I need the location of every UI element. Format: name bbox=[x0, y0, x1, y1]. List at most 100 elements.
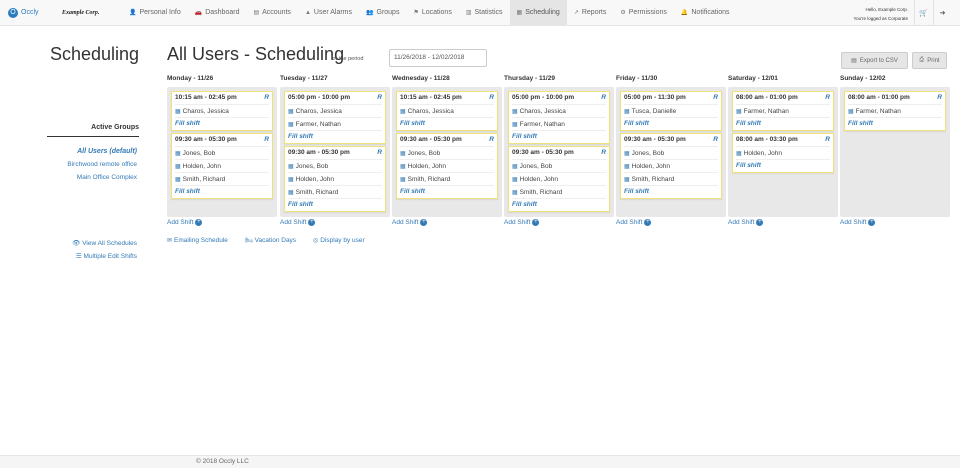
view-all-schedules-link[interactable]: 👁 View All Schedules bbox=[47, 239, 137, 247]
fill-shift-link[interactable]: Fill shift bbox=[736, 159, 830, 171]
employee-row[interactable]: ▦ Holden, John bbox=[512, 172, 606, 185]
group-birchwood[interactable]: Birchwood remote office bbox=[47, 161, 137, 168]
shift-card[interactable]: 08:00 am - 01:00 pm R ▦ Farmer, Nathan Fill … bbox=[844, 91, 946, 131]
add-shift-link[interactable]: Add Shift + bbox=[840, 219, 950, 226]
shift-card[interactable]: 09:30 am - 05:30 pm R ▦ Jones, Bob ▦ Holden, … bbox=[171, 133, 273, 199]
shift-card[interactable]: 09:30 am - 05:30 pm R ▦ Jones, Bob ▦ Holden, … bbox=[620, 133, 722, 199]
employee-row[interactable]: ▦ Jones, Bob bbox=[624, 146, 718, 159]
group-all-users[interactable]: All Users (default) bbox=[47, 148, 137, 155]
employee-row[interactable]: ▦ Jones, Bob bbox=[175, 146, 269, 159]
shift-card[interactable]: 05:00 pm - 11:30 pm R ▦ Tusca, Danielle Fill… bbox=[620, 91, 722, 131]
recurring-flag[interactable]: R bbox=[264, 136, 269, 146]
fill-shift-link[interactable]: Fill shift bbox=[624, 117, 718, 129]
employee-row[interactable]: ▦ Jones, Bob bbox=[512, 159, 606, 172]
vacation-days-link[interactable]: 🛏 Vacation Days bbox=[245, 237, 296, 244]
recurring-flag[interactable]: R bbox=[489, 136, 494, 146]
fill-shift-link[interactable]: Fill shift bbox=[736, 117, 830, 129]
recurring-flag[interactable]: R bbox=[377, 94, 382, 104]
add-shift-link[interactable]: Add Shift + bbox=[504, 219, 614, 226]
add-shift-link[interactable]: Add Shift + bbox=[167, 219, 277, 226]
nav-item-notifications[interactable]: 🔔 Notifications bbox=[674, 0, 737, 26]
nav-item-dashboard[interactable]: 🚗 Dashboard bbox=[188, 0, 247, 26]
shift-card[interactable]: 10:15 am - 02:45 pm R ▦ Charos, Jessica Fill… bbox=[171, 91, 273, 131]
logout-icon[interactable]: ➜ bbox=[933, 0, 951, 26]
fill-shift-link[interactable]: Fill shift bbox=[624, 185, 718, 197]
nav-item-scheduling[interactable]: ▦ Scheduling bbox=[509, 0, 567, 26]
nav-item-groups[interactable]: 👥 Groups bbox=[359, 0, 406, 26]
employee-row[interactable]: ▦ Charos, Jessica bbox=[400, 104, 494, 117]
employee-row[interactable]: ▦ Holden, John bbox=[624, 159, 718, 172]
fill-shift-link[interactable]: Fill shift bbox=[288, 130, 382, 142]
recurring-flag[interactable]: R bbox=[825, 94, 830, 104]
brand[interactable]: O Occly bbox=[8, 7, 48, 18]
employee-row[interactable]: ▦ Jones, Bob bbox=[400, 146, 494, 159]
print-button[interactable]: ⎙ Print bbox=[912, 52, 947, 69]
fill-shift-link[interactable]: Fill shift bbox=[400, 117, 494, 129]
nav-item-personal-info[interactable]: 👤 Personal Info bbox=[122, 0, 188, 26]
period-date-range-input[interactable]: 11/26/2018 - 12/02/2018 bbox=[389, 49, 487, 67]
fill-shift-link[interactable]: Fill shift bbox=[175, 185, 269, 197]
cart-icon[interactable]: 🛒 bbox=[914, 0, 932, 26]
fill-shift-link[interactable]: Fill shift bbox=[848, 117, 942, 129]
nav-item-accounts[interactable]: ▤ Accounts bbox=[246, 0, 297, 26]
day-shift-container: 10:15 am - 02:45 pm R ▦ Charos, Jessica Fill… bbox=[167, 87, 277, 217]
recurring-flag[interactable]: R bbox=[713, 94, 718, 104]
export-csv-button[interactable]: ▤ Export to CSV bbox=[841, 52, 908, 69]
shift-card[interactable]: 08:00 am - 03:30 pm R ▦ Holden, John Fill sh… bbox=[732, 133, 834, 173]
fill-shift-link[interactable]: Fill shift bbox=[400, 185, 494, 197]
employee-row[interactable]: ▦ Holden, John bbox=[175, 159, 269, 172]
employee-row[interactable]: ▦ Holden, John bbox=[736, 146, 830, 159]
employee-row[interactable]: ▦ Charos, Jessica bbox=[512, 104, 606, 117]
recurring-flag[interactable]: R bbox=[264, 94, 269, 104]
nav-item-locations[interactable]: ⚑ Locations bbox=[406, 0, 458, 26]
employee-row[interactable]: ▦ Holden, John bbox=[288, 172, 382, 185]
add-shift-label: Add Shift bbox=[840, 219, 867, 226]
add-shift-link[interactable]: Add Shift + bbox=[616, 219, 726, 226]
employee-row[interactable]: ▦ Smith, Richard bbox=[288, 185, 382, 198]
employee-row[interactable]: ▦ Holden, John bbox=[400, 159, 494, 172]
recurring-flag[interactable]: R bbox=[713, 136, 718, 146]
recurring-flag[interactable]: R bbox=[825, 136, 830, 146]
calendar-icon: ▦ bbox=[175, 163, 181, 170]
emailing-schedule-link[interactable]: ✉ Emailing Schedule bbox=[167, 237, 228, 244]
add-shift-link[interactable]: Add Shift + bbox=[728, 219, 838, 226]
employee-row[interactable]: ▦ Tusca, Danielle bbox=[624, 104, 718, 117]
nav-item-statistics[interactable]: ▥ Statistics bbox=[459, 0, 510, 26]
recurring-flag[interactable]: R bbox=[601, 94, 606, 104]
nav-item-user-alarms[interactable]: ▲ User Alarms bbox=[298, 0, 359, 26]
shift-card[interactable]: 09:30 am - 05:30 pm R ▦ Jones, Bob ▦ Holden, … bbox=[284, 146, 386, 212]
fill-shift-link[interactable]: Fill shift bbox=[175, 117, 269, 129]
employee-row[interactable]: ▦ Farmer, Nathan bbox=[848, 104, 942, 117]
add-shift-link[interactable]: Add Shift + bbox=[280, 219, 390, 226]
day-column: Tuesday - 11/27 05:00 pm - 10:00 pm R ▦ Char… bbox=[280, 75, 390, 226]
employee-row[interactable]: ▦ Farmer, Nathan bbox=[736, 104, 830, 117]
shift-card[interactable]: 09:30 am - 05:30 pm R ▦ Jones, Bob ▦ Holden, … bbox=[396, 133, 498, 199]
fill-shift-link[interactable]: Fill shift bbox=[512, 130, 606, 142]
add-shift-link[interactable]: Add Shift + bbox=[392, 219, 502, 226]
group-main-office[interactable]: Main Office Complex bbox=[47, 174, 137, 181]
employee-row[interactable]: ▦ Jones, Bob bbox=[288, 159, 382, 172]
employee-row[interactable]: ▦ Charos, Jessica bbox=[288, 104, 382, 117]
recurring-flag[interactable]: R bbox=[489, 94, 494, 104]
employee-row[interactable]: ▦ Smith, Richard bbox=[175, 172, 269, 185]
fill-shift-link[interactable]: Fill shift bbox=[512, 198, 606, 210]
employee-row[interactable]: ▦ Smith, Richard bbox=[400, 172, 494, 185]
multiple-edit-link[interactable]: ☰ Multiple Edit Shifts bbox=[47, 252, 137, 260]
fill-shift-link[interactable]: Fill shift bbox=[288, 198, 382, 210]
shift-card[interactable]: 05:00 pm - 10:00 pm R ▦ Charos, Jessica ▦ Far… bbox=[508, 91, 610, 144]
shift-card[interactable]: 05:00 pm - 10:00 pm R ▦ Charos, Jessica ▦ Far… bbox=[284, 91, 386, 144]
recurring-flag[interactable]: R bbox=[937, 94, 942, 104]
employee-row[interactable]: ▦ Smith, Richard bbox=[512, 185, 606, 198]
shift-card[interactable]: 10:15 am - 02:45 pm R ▦ Charos, Jessica Fill… bbox=[396, 91, 498, 131]
nav-item-reports[interactable]: ↗ Reports bbox=[567, 0, 614, 26]
shift-card[interactable]: 08:00 am - 01:00 pm R ▦ Farmer, Nathan Fill … bbox=[732, 91, 834, 131]
recurring-flag[interactable]: R bbox=[601, 149, 606, 159]
employee-row[interactable]: ▦ Charos, Jessica bbox=[175, 104, 269, 117]
recurring-flag[interactable]: R bbox=[377, 149, 382, 159]
nav-item-permissions[interactable]: ⚙ Permissions bbox=[613, 0, 674, 26]
employee-row[interactable]: ▦ Farmer, Nathan bbox=[288, 117, 382, 130]
display-by-user-link[interactable]: ◎ Display by user bbox=[313, 237, 365, 244]
employee-row[interactable]: ▦ Farmer, Nathan bbox=[512, 117, 606, 130]
employee-row[interactable]: ▦ Smith, Richard bbox=[624, 172, 718, 185]
shift-card[interactable]: 09:30 am - 05:30 pm R ▦ Jones, Bob ▦ Holden, … bbox=[508, 146, 610, 212]
